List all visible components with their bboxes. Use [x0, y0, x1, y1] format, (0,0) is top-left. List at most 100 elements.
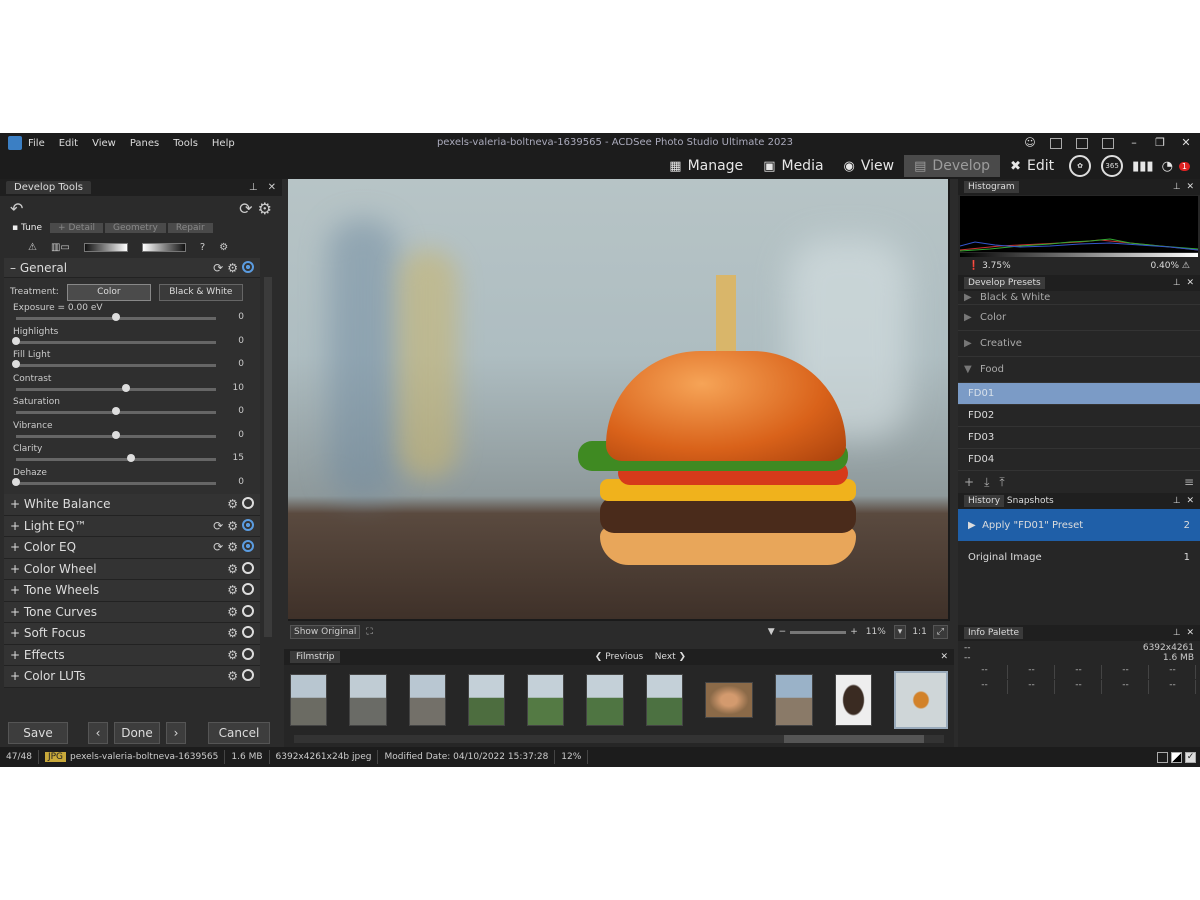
import-preset-icon[interactable]: ⤓	[984, 475, 989, 490]
restore-icon[interactable]: ❐	[1154, 136, 1166, 149]
zoom-slider[interactable]	[790, 630, 847, 634]
close-icon[interactable]: ✕	[940, 652, 948, 662]
black-white-button[interactable]: Black & White	[158, 283, 243, 301]
mode-edit[interactable]: ✖ Edit	[1000, 155, 1064, 177]
dashboard-icon[interactable]: ▮▮▮	[1128, 155, 1157, 177]
adjust-slider[interactable]: Highlights 0	[10, 327, 254, 351]
highlight-clip-indicator[interactable]: 0.40% ⚠	[1150, 261, 1190, 271]
adjust-slider[interactable]: Clarity 15	[10, 444, 254, 468]
zoom-dropdown[interactable]: ▾	[893, 625, 907, 639]
gear-icon[interactable]: ⚙	[227, 626, 238, 640]
thumbnail[interactable]	[527, 674, 565, 726]
pin-icon[interactable]: ⊥	[249, 182, 258, 193]
tool-section-header[interactable]: + Effects ⚙	[4, 644, 260, 666]
thumbnail[interactable]	[645, 674, 683, 726]
toggle-icon[interactable]	[242, 626, 254, 639]
user-icon[interactable]: ☺	[1024, 136, 1036, 149]
preset-fd02[interactable]: FD02	[958, 405, 1200, 427]
mode-develop[interactable]: ▤ Develop	[904, 155, 1001, 177]
close-icon[interactable]: ✕	[1186, 182, 1194, 192]
preset-group-creative[interactable]: ▶ Creative	[958, 331, 1200, 357]
shadow-clip-indicator[interactable]: ❗ 3.75%	[968, 261, 1011, 271]
gear-icon[interactable]: ⚙	[227, 605, 238, 619]
thumbnail[interactable]	[467, 674, 506, 726]
pin-icon[interactable]: ⊥	[1173, 278, 1181, 288]
gear-icon[interactable]: ⚙	[227, 519, 238, 533]
preset-fd01[interactable]: FD01	[958, 383, 1200, 405]
preset-group-bw[interactable]: ▶ Black & White	[958, 291, 1200, 305]
warning-icon[interactable]: ⚠	[28, 242, 37, 253]
slider-knob[interactable]	[12, 336, 20, 345]
notifications-icon[interactable]: ◔ 1	[1158, 155, 1194, 177]
toggle-icon[interactable]	[242, 669, 254, 682]
mode-view[interactable]: ◉ View	[834, 155, 905, 177]
aperture-icon[interactable]: ✿	[1069, 155, 1092, 177]
tab-history[interactable]: History	[964, 495, 1005, 507]
toggle-icon[interactable]	[242, 583, 254, 596]
slider-knob[interactable]	[12, 360, 20, 368]
layout-left-icon[interactable]	[1050, 136, 1062, 149]
thumbnail[interactable]	[704, 682, 754, 718]
adjust-slider[interactable]: Vibrance 0	[10, 421, 254, 445]
preset-group-color[interactable]: ▶ Color	[958, 305, 1200, 331]
slider-knob[interactable]	[112, 313, 120, 321]
toggle-icon[interactable]	[242, 497, 254, 510]
history-item-original[interactable]: Original Image 1	[958, 541, 1200, 573]
gear-icon[interactable]: ⚙	[227, 261, 238, 275]
tab-tune[interactable]: ▪ Tune	[4, 223, 50, 233]
slider-track[interactable]	[16, 364, 216, 367]
fullscreen-icon[interactable]: ⤢	[932, 625, 948, 639]
next-button[interactable]: Next ❯	[655, 652, 686, 662]
slider-knob[interactable]	[127, 454, 135, 462]
preset-menu-icon[interactable]: ≡	[1184, 475, 1194, 489]
reset-icon[interactable]: ⟳	[213, 540, 223, 554]
close-window-icon[interactable]: ✕	[1180, 136, 1192, 149]
minimize-icon[interactable]: –	[1128, 136, 1140, 149]
adjust-slider[interactable]: Saturation 0	[10, 397, 254, 421]
compare-icon[interactable]: ▥▭	[51, 242, 70, 253]
general-section-header[interactable]: – General ⟳ ⚙	[4, 258, 260, 278]
preset-group-food[interactable]: ▼ Food	[958, 357, 1200, 383]
settings-icon[interactable]: ⚙	[258, 199, 272, 218]
toggle-icon[interactable]	[242, 540, 254, 553]
gear-icon[interactable]: ⚙	[227, 669, 238, 683]
tab-detail[interactable]: + Detail	[50, 223, 103, 233]
undo-icon[interactable]: ↶	[10, 199, 23, 218]
slider-track[interactable]	[16, 481, 216, 485]
add-preset-icon[interactable]: +	[964, 475, 974, 489]
color-button[interactable]: Color	[66, 283, 151, 301]
thumbnail-selected[interactable]	[893, 671, 949, 729]
history-item-apply[interactable]: ▶ Apply "FD01" Preset 2	[958, 509, 1200, 541]
slider-track[interactable]	[16, 340, 216, 344]
image-viewer[interactable]: Show Original ⛶ ▼ − + 11% ▾ 1:1 ⤢	[288, 179, 950, 643]
slider-knob[interactable]	[112, 430, 120, 439]
check-icon[interactable]: ✓	[1185, 751, 1196, 763]
tool-section-header[interactable]: + Tone Wheels ⚙	[4, 580, 260, 602]
gear-icon[interactable]: ⚙	[219, 242, 228, 253]
toggle-icon[interactable]	[242, 561, 254, 574]
save-button[interactable]: Save	[8, 722, 68, 744]
menu-tools[interactable]: Tools	[173, 138, 198, 149]
contrast-icon[interactable]	[1171, 751, 1182, 763]
thumbnail[interactable]	[834, 674, 872, 726]
next-image-button[interactable]: ›	[166, 722, 186, 744]
gear-icon[interactable]: ⚙	[227, 583, 238, 597]
adjust-slider[interactable]: Contrast 10	[10, 374, 254, 398]
filmstrip-scrollbar[interactable]	[294, 735, 944, 743]
slider-knob[interactable]	[122, 383, 130, 392]
tool-section-header[interactable]: + Tone Curves ⚙	[4, 601, 260, 623]
tab-geometry[interactable]: Geometry	[104, 223, 166, 233]
adjust-slider[interactable]: Exposure = 0.00 eV 0	[10, 303, 254, 327]
zoom-in-icon[interactable]: +	[850, 627, 858, 637]
fit-icon[interactable]: ⛶	[366, 627, 372, 637]
adjust-slider[interactable]: Fill Light 0	[10, 350, 254, 374]
menu-panes[interactable]: Panes	[130, 138, 159, 149]
adjust-slider[interactable]: Dehaze 0	[10, 468, 254, 492]
thumbnail[interactable]	[349, 674, 387, 726]
reset-icon[interactable]: ⟳	[239, 199, 252, 218]
prev-image-button[interactable]: ‹	[88, 722, 108, 744]
gear-icon[interactable]: ⚙	[227, 497, 238, 511]
tab-snapshots[interactable]: Snapshots	[1007, 496, 1054, 506]
toggle-icon[interactable]	[242, 518, 254, 531]
close-icon[interactable]: ✕	[268, 182, 276, 193]
